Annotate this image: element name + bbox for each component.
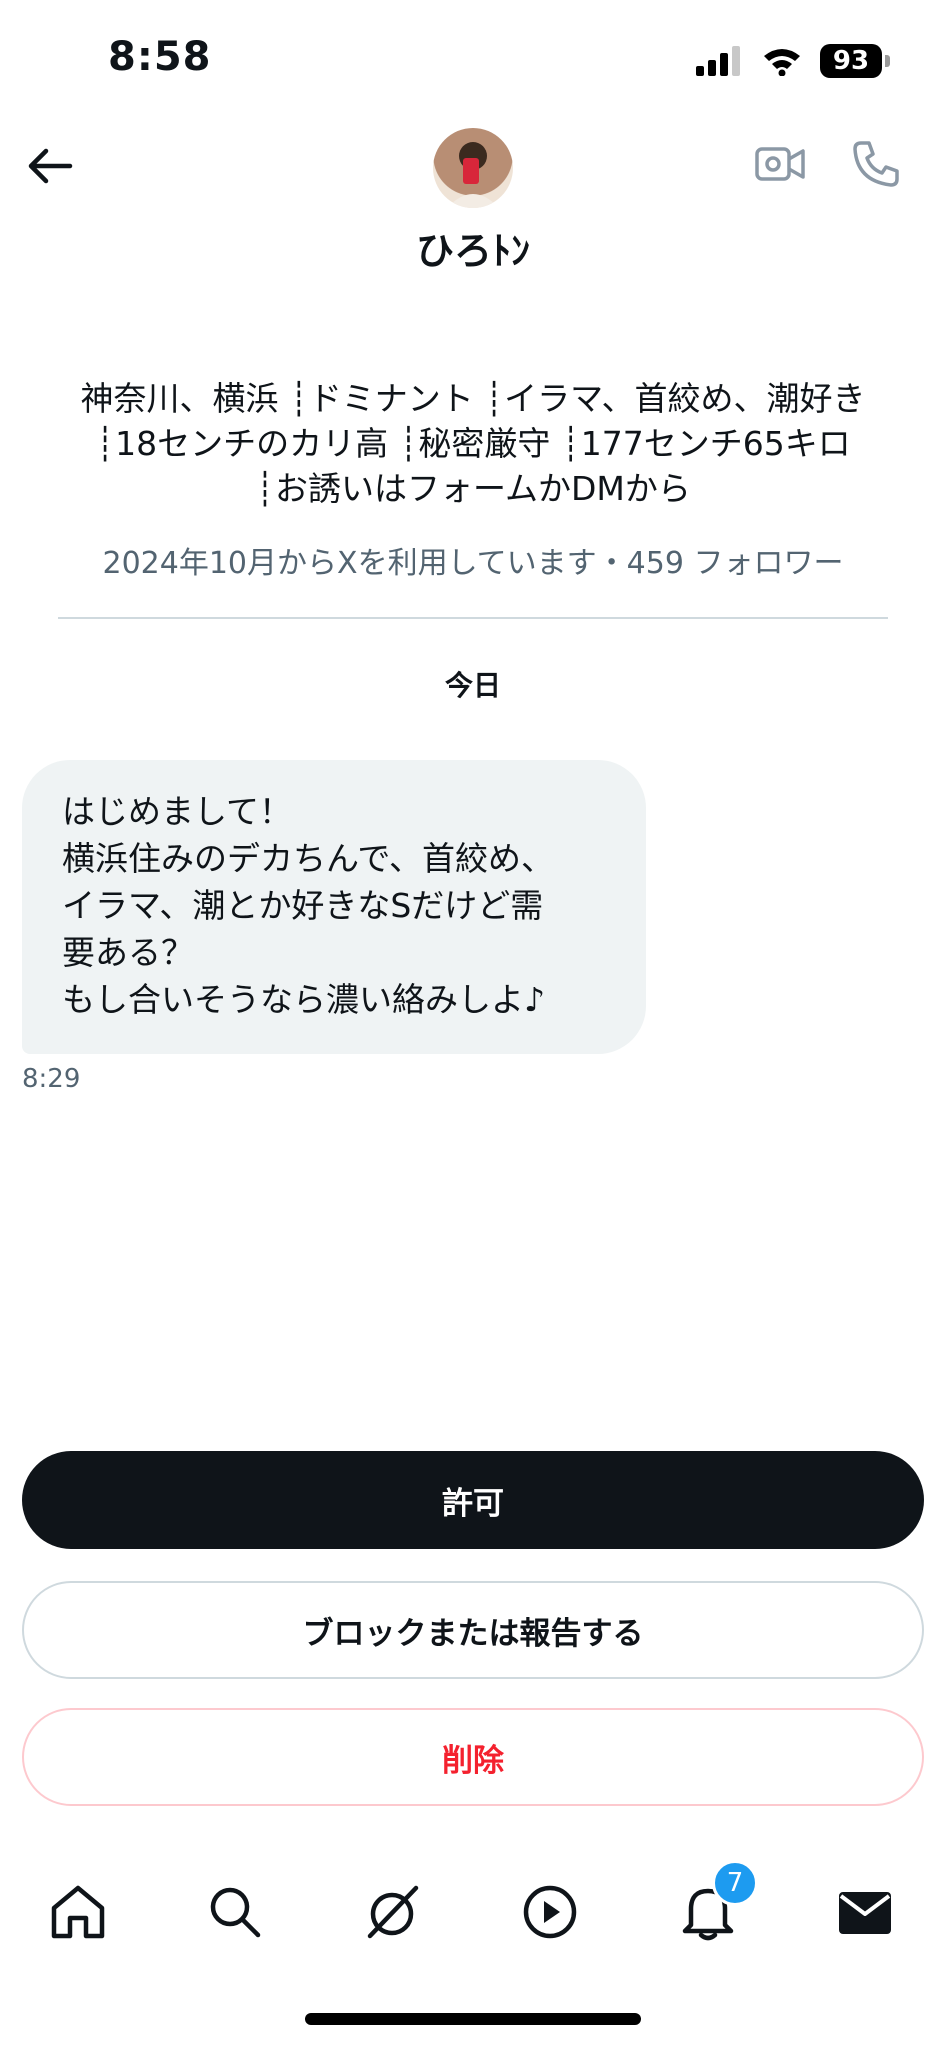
status-icons: 93 [696,44,890,78]
bio-line: ┊18センチのカリ高 ┊秘密厳守 ┊177センチ65キロ [95,424,851,463]
messages-envelope-icon [839,1892,891,1934]
tab-video[interactable] [510,1872,590,1952]
tab-home[interactable] [38,1872,118,1952]
message-bubble[interactable]: はじめまして！ 横浜住みのデカちんで、首絞め、 イラマ、潮とか好きなSだけど需 … [22,760,646,1054]
play-circle-icon [523,1885,577,1939]
tab-notifications[interactable]: 7 [668,1860,758,1952]
video-call-button[interactable] [752,136,808,192]
block-report-button[interactable]: ブロックまたは報告する [22,1581,924,1679]
home-icon [51,1885,105,1939]
arrow-left-icon [28,148,73,184]
delete-button[interactable]: 削除 [22,1708,924,1806]
video-camera-icon [755,147,805,181]
divider [58,617,888,619]
delete-label: 削除 [442,1742,504,1779]
tab-grok[interactable] [352,1872,432,1952]
search-icon [210,1887,261,1938]
tab-messages[interactable] [825,1872,905,1952]
cellular-signal-icon [696,46,740,76]
date-separator: 今日 [444,669,501,702]
block-report-label: ブロックまたは報告する [302,1615,644,1652]
voice-call-button[interactable] [848,136,904,192]
joined-date-followers: 2024年10月からXを利用しています・459 フォロワー [102,546,844,581]
status-time: 8:58 [108,34,212,80]
allow-button[interactable]: 許可 [22,1451,924,1549]
avatar-photo-icon [447,142,499,208]
phone-icon [853,141,899,187]
bio-line: ┊お誘いはフォームかDMから [255,469,691,508]
avatar[interactable] [433,128,513,208]
display-name[interactable]: ひろﾄﾝ [0,220,946,275]
home-indicator [305,2013,641,2025]
wifi-icon [764,49,800,76]
back-button[interactable] [22,138,78,194]
allow-label: 許可 [442,1485,504,1522]
grok-icon [367,1885,419,1939]
notification-count-badge: 7 [712,1860,758,1906]
battery-indicator: 93 [820,44,890,78]
profile-bio: 神奈川、横浜 ┊ドミナント ┊イラマ、首絞め、潮好き ┊18センチのカリ高 ┊秘… [40,376,906,511]
message-timestamp: 8:29 [22,1064,81,1094]
battery-level: 93 [832,46,870,76]
tab-search[interactable] [195,1872,275,1952]
bio-line: 神奈川、横浜 ┊ドミナント ┊イラマ、首絞め、潮好き [80,379,866,418]
